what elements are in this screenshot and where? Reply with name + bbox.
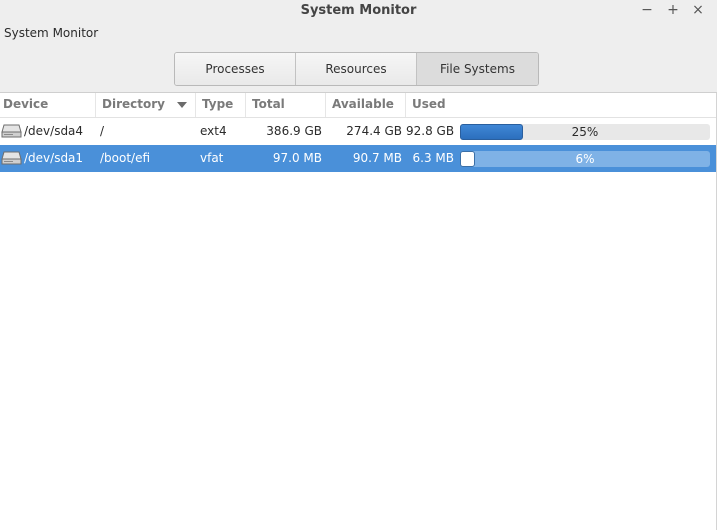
minimize-icon[interactable]: − <box>637 1 657 19</box>
column-header-total[interactable]: Total <box>246 93 326 117</box>
close-icon[interactable]: × <box>688 1 708 19</box>
filesystem-type: vfat <box>200 151 224 165</box>
column-header-directory-label: Directory <box>102 97 165 111</box>
title-bar: System Monitor − + × <box>0 0 717 22</box>
used-size: 92.8 GB <box>406 124 455 138</box>
menu-bar: System Monitor <box>0 22 717 44</box>
total-size: 386.9 GB <box>266 124 322 138</box>
tab-resources[interactable]: Resources <box>296 53 417 85</box>
tab-bar: Processes Resources File Systems <box>174 52 539 86</box>
table-header: Device Directory Type Total Available Us… <box>0 93 716 118</box>
maximize-icon[interactable]: + <box>663 1 683 19</box>
table-row[interactable]: /dev/sda4 / ext4 386.9 GB 274.4 GB 92.8 … <box>0 118 716 145</box>
usage-percent-label: 6% <box>575 152 595 166</box>
device-name: /dev/sda4 <box>24 124 84 138</box>
system-monitor-window: System Monitor − + × System Monitor Proc… <box>0 0 717 530</box>
total-size: 97.0 MB <box>272 151 322 165</box>
mount-directory: /boot/efi <box>100 151 151 165</box>
table-row[interactable]: /dev/sda1 /boot/efi vfat 97.0 MB 90.7 MB… <box>0 145 716 172</box>
mount-directory: / <box>100 124 105 138</box>
window-title: System Monitor <box>300 3 417 18</box>
tab-bar-area: Processes Resources File Systems <box>0 44 717 93</box>
tab-file-systems[interactable]: File Systems <box>417 53 538 85</box>
drive-icon <box>1 151 22 165</box>
sort-descending-icon <box>177 102 187 108</box>
column-header-used[interactable]: Used <box>406 93 716 117</box>
drive-icon <box>1 124 22 138</box>
used-size: 6.3 MB <box>412 151 454 165</box>
available-size: 274.4 GB <box>346 124 402 138</box>
column-header-directory[interactable]: Directory <box>96 93 196 117</box>
usage-progress-bar: 25% <box>460 124 710 140</box>
filesystem-type: ext4 <box>200 124 227 138</box>
tab-processes[interactable]: Processes <box>175 53 296 85</box>
column-header-available[interactable]: Available <box>326 93 406 117</box>
file-systems-table: Device Directory Type Total Available Us… <box>0 93 716 172</box>
usage-progress-bar: 6% <box>460 151 710 167</box>
menu-system-monitor[interactable]: System Monitor <box>4 26 98 40</box>
column-header-device[interactable]: Device <box>0 93 96 117</box>
available-size: 90.7 MB <box>352 151 402 165</box>
usage-percent-label: 25% <box>571 125 599 139</box>
device-name: /dev/sda1 <box>24 151 84 165</box>
column-header-type[interactable]: Type <box>196 93 246 117</box>
